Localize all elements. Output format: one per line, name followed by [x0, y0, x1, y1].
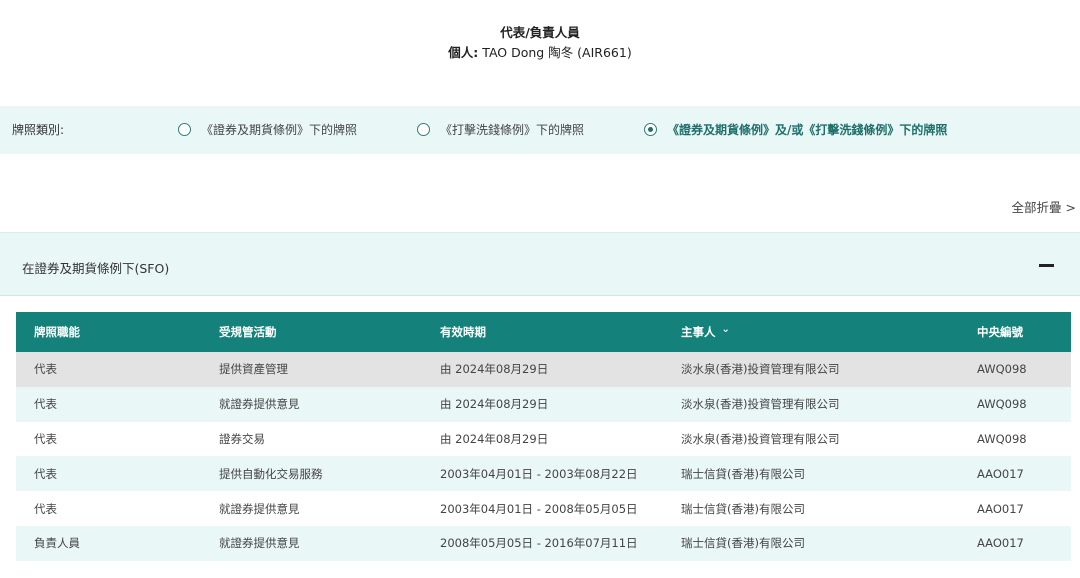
cell-period: 由 2024年08月29日 — [422, 352, 663, 387]
cell-activity: 提供自動化交易服務 — [201, 456, 422, 492]
cell-ce-number: AWQ098 — [959, 421, 1071, 457]
cell-activity: 就證券提供意見 — [201, 386, 422, 422]
cell-period: 2008年05月05日 - 2016年07月11日 — [422, 525, 663, 561]
column-header-principal[interactable]: 主事人 ⌄ — [663, 312, 959, 352]
column-header-period: 有效時期 — [422, 312, 663, 352]
table-row: 負責人員 就證券提供意見 2008年05月05日 - 2016年07月11日 瑞… — [16, 525, 1071, 561]
column-header-ce-number: 中央編號 — [959, 312, 1071, 352]
radio-selected-icon — [644, 123, 657, 136]
column-header-role: 牌照職能 — [16, 312, 201, 352]
table-header-row: 牌照職能 受規管活動 有效時期 主事人 ⌄ 中央編號 — [16, 312, 1071, 352]
table-row: 代表 證券交易 由 2024年08月29日 淡水泉(香港)投資管理有限公司 AW… — [16, 421, 1071, 457]
cell-role: 代表 — [16, 491, 201, 526]
radio-label: 《打擊洗錢條例》下的牌照 — [440, 123, 585, 137]
cell-period: 2003年04月01日 - 2003年08月22日 — [422, 456, 663, 492]
table-row: 代表 就證券提供意見 2003年04月01日 - 2008年05月05日 瑞士信… — [16, 491, 1071, 526]
cell-principal: 瑞士信貸(香港)有限公司 — [663, 525, 959, 561]
radio-label: 《證券及期貨條例》下的牌照 — [201, 123, 358, 137]
cell-activity: 證券交易 — [201, 421, 422, 457]
cell-principal: 淡水泉(香港)投資管理有限公司 — [663, 352, 959, 387]
collapse-minus-icon[interactable] — [1039, 264, 1054, 267]
radio-sfo-licence[interactable]: 《證券及期貨條例》下的牌照 — [178, 121, 357, 138]
table-row: 代表 提供自動化交易服務 2003年04月01日 - 2003年08月22日 瑞… — [16, 456, 1071, 492]
cell-principal: 瑞士信貸(香港)有限公司 — [663, 456, 959, 492]
section-body: 牌照職能 受規管活動 有效時期 主事人 ⌄ 中央編號 代表 提供資產管理 由 20… — [0, 295, 1080, 578]
table-row: 代表 就證券提供意見 由 2024年08月29日 淡水泉(香港)投資管理有限公司… — [16, 386, 1071, 422]
person-prefix: 個人: — [448, 45, 479, 60]
licence-table: 牌照職能 受規管活動 有效時期 主事人 ⌄ 中央編號 代表 提供資產管理 由 20… — [16, 312, 1071, 561]
cell-principal: 瑞士信貸(香港)有限公司 — [663, 491, 959, 526]
sort-chevron-down-icon[interactable]: ⌄ — [722, 324, 730, 335]
column-header-activity: 受規管活動 — [201, 312, 422, 352]
cell-ce-number: AAO017 — [959, 456, 1071, 492]
radio-label: 《證券及期貨條例》及/或《打擊洗錢條例》下的牌照 — [667, 123, 948, 137]
radio-circle-icon — [417, 123, 430, 136]
cell-period: 由 2024年08月29日 — [422, 421, 663, 457]
person-line: 個人: TAO Dong 陶冬 (AIR661) — [0, 44, 1080, 62]
licence-type-label: 牌照類別: — [12, 123, 65, 137]
cell-role: 負責人員 — [16, 525, 201, 561]
cell-role: 代表 — [16, 456, 201, 492]
cell-principal: 淡水泉(香港)投資管理有限公司 — [663, 386, 959, 422]
sfo-section: 在證券及期貨條例下(SFO) 牌照職能 受規管活動 有效時期 主事人 ⌄ 中央編號 — [0, 232, 1080, 578]
radio-circle-icon — [178, 123, 191, 136]
licence-type-bar: 牌照類別: 《證券及期貨條例》下的牌照 《打擊洗錢條例》下的牌照 《證券及期貨條… — [0, 106, 1080, 154]
cell-ce-number: AAO017 — [959, 491, 1071, 526]
page-header: 代表/負責人員 個人: TAO Dong 陶冬 (AIR661) — [0, 24, 1080, 62]
column-header-principal-label: 主事人 — [681, 325, 716, 339]
cell-period: 由 2024年08月29日 — [422, 386, 663, 422]
cell-role: 代表 — [16, 421, 201, 457]
person-name: TAO Dong 陶冬 (AIR661) — [482, 45, 632, 60]
radio-amlo-licence[interactable]: 《打擊洗錢條例》下的牌照 — [417, 121, 584, 138]
cell-period: 2003年04月01日 - 2008年05月05日 — [422, 491, 663, 526]
section-title: 在證券及期貨條例下(SFO) — [22, 261, 170, 276]
role-title: 代表/負責人員 — [500, 25, 580, 40]
cell-activity: 就證券提供意見 — [201, 525, 422, 561]
cell-ce-number: AAO017 — [959, 525, 1071, 561]
cell-activity: 就證券提供意見 — [201, 491, 422, 526]
cell-role: 代表 — [16, 386, 201, 422]
cell-activity: 提供資產管理 — [201, 352, 422, 387]
cell-ce-number: AWQ098 — [959, 386, 1071, 422]
collapse-all-link[interactable]: 全部折疊 > — [1012, 197, 1076, 216]
cell-principal: 淡水泉(香港)投資管理有限公司 — [663, 421, 959, 457]
table-row: 代表 提供資產管理 由 2024年08月29日 淡水泉(香港)投資管理有限公司 … — [16, 352, 1071, 387]
radio-sfo-and-amlo-licence[interactable]: 《證券及期貨條例》及/或《打擊洗錢條例》下的牌照 — [644, 121, 947, 138]
cell-ce-number: AWQ098 — [959, 352, 1071, 387]
cell-role: 代表 — [16, 352, 201, 387]
